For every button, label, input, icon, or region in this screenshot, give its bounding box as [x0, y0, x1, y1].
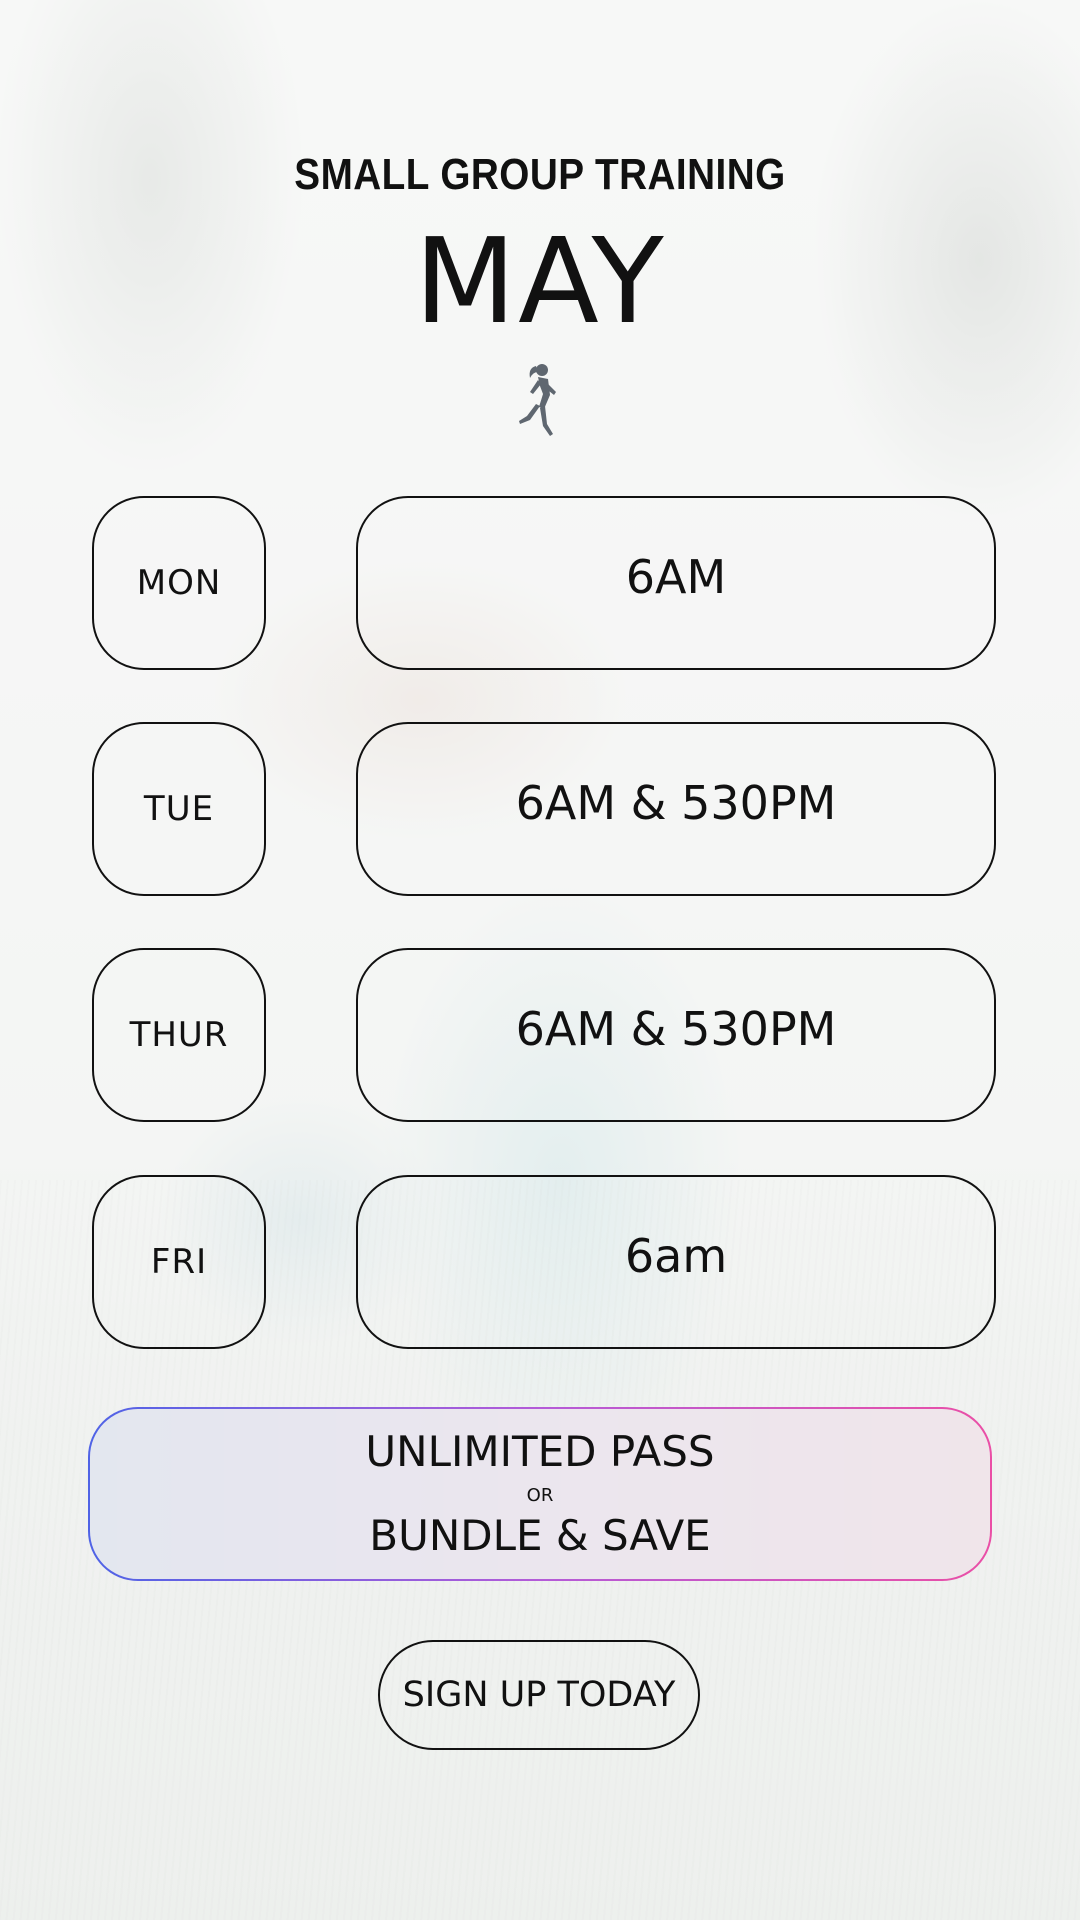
month-heading: MAY	[414, 212, 666, 350]
unlimited-pass-text: UNLIMITED PASS	[365, 1427, 715, 1477]
sign-up-button[interactable]: SIGN UP TODAY	[378, 1640, 700, 1750]
or-separator: OR	[526, 1484, 554, 1506]
time-slot-tue: 6AM & 530PM	[356, 722, 996, 896]
time-slot-mon: 6AM	[356, 496, 996, 670]
day-label-thur: THUR	[92, 948, 266, 1122]
day-label-fri: FRI	[92, 1175, 266, 1349]
time-slot-thur: 6AM & 530PM	[356, 948, 996, 1122]
time-slot-fri: 6am	[356, 1175, 996, 1349]
day-label-mon: MON	[92, 496, 266, 670]
page-title: SMALL GROUP TRAINING	[294, 150, 786, 199]
runner-icon	[519, 364, 556, 436]
time-slot-label: 6AM & 530PM	[515, 776, 837, 830]
time-slot-label: 6AM & 530PM	[515, 1002, 837, 1056]
pass-offer-box: UNLIMITED PASS OR BUNDLE & SAVE	[88, 1407, 992, 1581]
time-slot-label: 6AM	[625, 550, 727, 604]
bundle-save-text: BUNDLE & SAVE	[369, 1510, 711, 1560]
time-slot-label: 6am	[624, 1229, 728, 1283]
day-label-tue: TUE	[92, 722, 266, 896]
